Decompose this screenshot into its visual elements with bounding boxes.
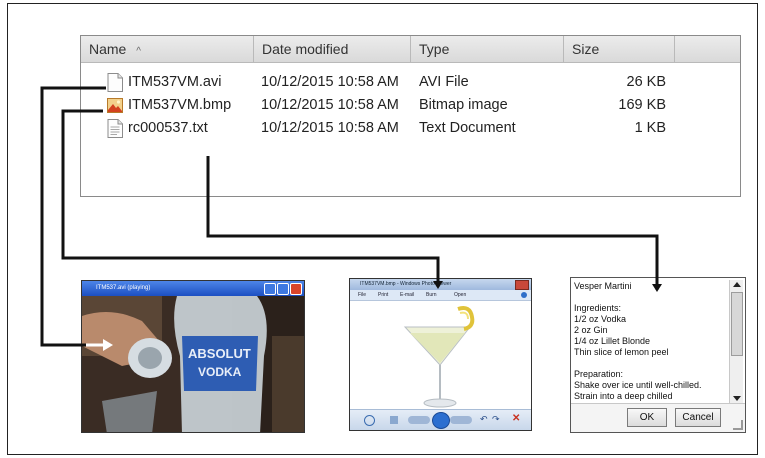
- arrow-bmp-to-photo-viewer: [61, 109, 443, 289]
- arrow-txt-to-text-dialog: [206, 156, 662, 292]
- arrow-avi-to-video: [40, 86, 113, 351]
- connector-arrows: [40, 86, 662, 351]
